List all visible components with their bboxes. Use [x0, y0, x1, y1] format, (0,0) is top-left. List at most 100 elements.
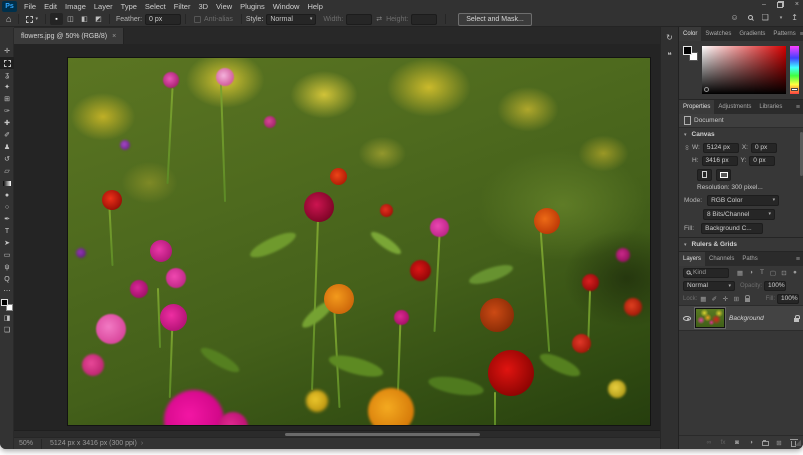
layer-lock-icon[interactable]	[794, 314, 800, 322]
style-select[interactable]: Normal ▾	[266, 13, 317, 25]
path-selection-tool-icon[interactable]: ➤	[0, 237, 14, 249]
new-layer-icon[interactable]: ⊞	[775, 439, 783, 447]
zoom-tool-icon[interactable]: Q	[0, 273, 14, 285]
adjustment-layer-icon[interactable]: ◑	[747, 439, 755, 446]
menu-layer[interactable]: Layer	[90, 2, 117, 11]
foreground-color-swatch[interactable]	[0, 299, 8, 306]
select-and-mask-button[interactable]: Select and Mask...	[458, 12, 532, 26]
shape-filter-icon[interactable]: ▢	[769, 269, 777, 277]
tab-swatches[interactable]: Swatches	[701, 27, 735, 41]
document-tab[interactable]: flowers.jpg @ 50% (RGB/8) ×	[14, 28, 125, 44]
menu-help[interactable]: Help	[303, 2, 326, 11]
color-swatches[interactable]	[683, 46, 698, 61]
tab-channels[interactable]: Channels	[705, 252, 738, 266]
eraser-tool-icon[interactable]: ▱	[0, 165, 14, 177]
scrollbar-thumb[interactable]	[285, 433, 480, 436]
saturation-picker[interactable]	[702, 46, 786, 94]
workspace-icon[interactable]: ❑	[762, 13, 769, 22]
blur-tool-icon[interactable]: ●	[0, 189, 14, 201]
tab-gradients[interactable]: Gradients	[735, 27, 769, 41]
bit-depth-select[interactable]: 8 Bits/Channel ▾	[703, 208, 775, 220]
new-selection-icon[interactable]: ▪	[49, 13, 63, 25]
minimize-button[interactable]: –	[762, 1, 766, 8]
feather-input[interactable]: 0 px	[145, 13, 182, 25]
adjustment-filter-icon[interactable]: ◑	[747, 269, 755, 277]
menu-3d[interactable]: 3D	[194, 2, 212, 11]
panel-menu-icon[interactable]: ≡	[796, 100, 803, 114]
resize-grip[interactable]: ◢	[795, 439, 801, 447]
layer-filter-search[interactable]: Kind	[683, 267, 729, 278]
layer-mask-icon[interactable]: ◙	[733, 439, 741, 446]
color-mode-select[interactable]: RGB Color ▾	[707, 194, 780, 206]
document-type-row[interactable]: Document	[679, 114, 803, 128]
edit-toolbar-icon[interactable]: ⋯	[0, 285, 14, 297]
clone-stamp-tool-icon[interactable]: ♟	[0, 141, 14, 153]
layer-row-background[interactable]: Background	[679, 305, 803, 331]
comments-icon[interactable]: ❝	[667, 51, 671, 60]
horizontal-scrollbar[interactable]	[14, 430, 660, 437]
swap-dimensions-icon[interactable]: ⇄	[376, 15, 382, 23]
menu-type[interactable]: Type	[117, 2, 141, 11]
canvas-image[interactable]	[68, 58, 650, 425]
canvas-workspace[interactable]	[14, 44, 660, 430]
tab-libraries[interactable]: Libraries	[755, 100, 786, 114]
lock-pixels-icon[interactable]: ✐	[710, 295, 718, 303]
hue-slider[interactable]	[790, 46, 799, 94]
lock-transparency-icon[interactable]: ▦	[699, 295, 707, 303]
close-icon[interactable]: ×	[112, 33, 116, 40]
tab-patterns[interactable]: Patterns	[769, 27, 799, 41]
account-icon[interactable]: ☺	[730, 13, 738, 22]
lock-all-icon[interactable]	[743, 295, 751, 303]
quick-selection-tool-icon[interactable]: ✦	[0, 81, 14, 93]
menu-filter[interactable]: Filter	[170, 2, 195, 11]
layer-thumbnail[interactable]	[694, 307, 726, 329]
marquee-tool-preset[interactable]: ▾	[23, 13, 41, 26]
history-brush-tool-icon[interactable]: ↺	[0, 153, 14, 165]
subtract-from-selection-icon[interactable]: ◧	[78, 13, 91, 25]
quick-mask-icon[interactable]: ◨	[0, 312, 14, 324]
tab-color[interactable]: Color	[679, 27, 702, 41]
landscape-orientation-button[interactable]	[716, 168, 731, 181]
hand-tool-icon[interactable]: ψ	[0, 261, 14, 273]
hue-slider-handle[interactable]	[791, 88, 798, 91]
shape-tool-icon[interactable]: ▭	[0, 249, 14, 261]
menu-edit[interactable]: Edit	[40, 2, 61, 11]
tab-adjustments[interactable]: Adjustments	[714, 100, 755, 114]
canvas-width-input[interactable]: 5124 px	[702, 142, 739, 153]
canvas-height-input[interactable]: 3416 px	[701, 155, 738, 166]
layer-visibility-icon[interactable]	[683, 315, 691, 321]
share-icon[interactable]: ↥	[791, 13, 798, 22]
pixel-filter-icon[interactable]: ▦	[736, 269, 744, 277]
tab-paths[interactable]: Paths	[738, 252, 761, 266]
foreground-color-swatch[interactable]	[683, 46, 692, 55]
height-input[interactable]	[411, 13, 438, 25]
move-tool-icon[interactable]: ✛	[0, 45, 14, 57]
zoom-level[interactable]: 50%	[19, 440, 33, 447]
anti-alias-checkbox[interactable]: Anti-alias	[194, 15, 233, 23]
close-button[interactable]: ×	[795, 1, 799, 8]
tab-properties[interactable]: Properties	[679, 100, 715, 114]
link-dimensions-icon[interactable]: ∞	[683, 145, 690, 150]
blend-mode-select[interactable]: Normal ▾	[683, 280, 735, 291]
canvas-section-header[interactable]: ▾ Canvas	[679, 128, 803, 141]
screen-mode-icon[interactable]: ❏	[0, 324, 14, 336]
history-icon[interactable]: ↻	[666, 33, 673, 42]
lock-position-icon[interactable]: ✛	[721, 295, 729, 303]
pen-tool-icon[interactable]: ✒	[0, 213, 14, 225]
type-filter-icon[interactable]: T	[758, 269, 766, 277]
color-picker-handle[interactable]	[704, 87, 709, 92]
new-group-icon[interactable]	[761, 439, 769, 446]
home-icon[interactable]: ⌂	[3, 13, 14, 26]
search-icon[interactable]	[747, 13, 753, 22]
crop-tool-icon[interactable]: ⊞	[0, 93, 14, 105]
lock-artboard-icon[interactable]: ⊞	[732, 295, 740, 303]
intersect-selection-icon[interactable]: ◩	[92, 13, 105, 25]
smart-object-filter-icon[interactable]: ⊡	[780, 269, 788, 277]
tab-layers[interactable]: Layers	[679, 252, 706, 266]
lasso-tool-icon[interactable]: ʓ	[0, 69, 14, 81]
filter-toggle-icon[interactable]: ●	[791, 269, 799, 277]
type-tool-icon[interactable]: T	[0, 225, 14, 237]
dodge-tool-icon[interactable]: ○	[0, 201, 14, 213]
menu-select[interactable]: Select	[141, 2, 170, 11]
menu-image[interactable]: Image	[61, 2, 90, 11]
